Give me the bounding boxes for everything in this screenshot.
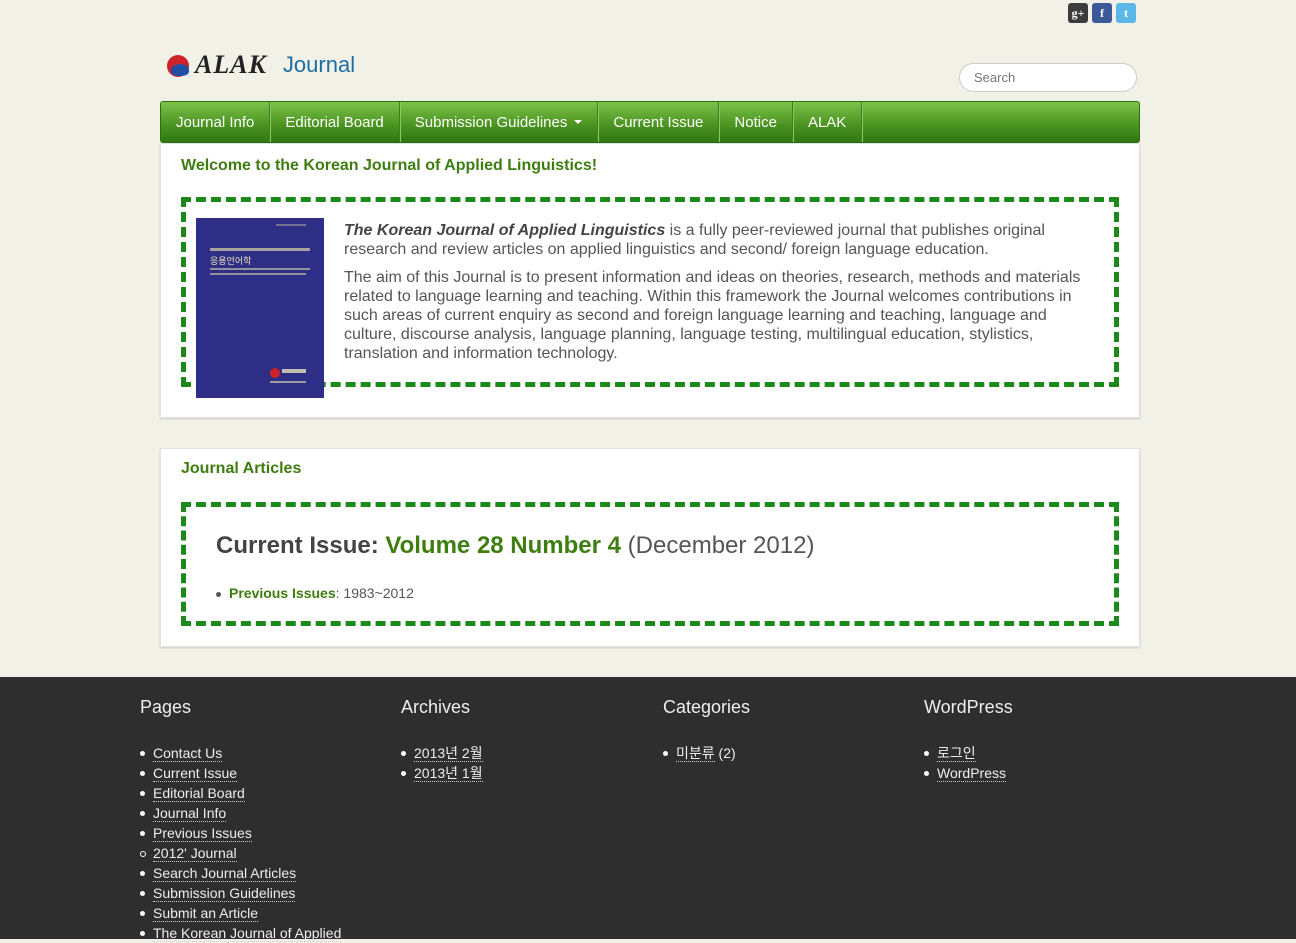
nav-label: Editorial Board bbox=[285, 113, 384, 131]
articles-box: Current Issue: Volume 28 Number 4 (Decem… bbox=[181, 502, 1119, 626]
footer-wordpress: WordPress 로그인 WordPress bbox=[924, 697, 1013, 782]
page-link[interactable]: Submit an Article bbox=[153, 905, 259, 922]
page-link[interactable]: Editorial Board bbox=[153, 785, 245, 802]
logo-journal-text: Journal bbox=[282, 52, 356, 77]
cover-logo-icon bbox=[270, 368, 280, 378]
pages-list: Contact Us Current Issue Editorial Board… bbox=[140, 743, 342, 943]
page-link[interactable]: 2012' Journal bbox=[153, 845, 237, 862]
nav-label: Current Issue bbox=[613, 113, 704, 131]
list-item: 2013년 2월 bbox=[401, 743, 483, 763]
nav-current-issue[interactable]: Current Issue bbox=[598, 102, 720, 142]
page-link[interactable]: Submission Guidelines bbox=[153, 885, 296, 902]
nav-submission-guidelines[interactable]: Submission Guidelines bbox=[400, 102, 599, 142]
cover-line bbox=[210, 273, 306, 275]
nav-label: Submission Guidelines bbox=[414, 113, 568, 131]
category-count: (2) bbox=[714, 745, 736, 761]
categories-list: 미분류 (2) bbox=[663, 743, 736, 763]
footer: Pages Contact Us Current Issue Editorial… bbox=[0, 677, 1296, 942]
list-item: 미분류 (2) bbox=[663, 743, 736, 763]
list-item: Contact Us bbox=[140, 743, 341, 763]
nav-journal-info[interactable]: Journal Info bbox=[161, 102, 271, 142]
footer-pages: Pages Contact Us Current Issue Editorial… bbox=[140, 697, 342, 942]
footer-categories-title: Categories bbox=[663, 697, 751, 717]
list-item: Previous Issues bbox=[140, 823, 341, 843]
cover-top-line bbox=[276, 224, 306, 226]
archive-link[interactable]: 2013년 1월 bbox=[414, 765, 483, 782]
list-item: Submission Guidelines bbox=[140, 883, 341, 903]
list-item: Editorial Board bbox=[140, 783, 341, 803]
journal-cover-image: 응용언어학 bbox=[196, 218, 324, 398]
previous-issues-item: Previous Issues: 1983~2012 bbox=[216, 585, 414, 601]
footer-wordpress-title: WordPress bbox=[924, 697, 1013, 717]
logo-alak-text: ALAK bbox=[195, 50, 267, 79]
welcome-panel: Welcome to the Korean Journal of Applied… bbox=[160, 143, 1140, 418]
login-link[interactable]: 로그인 bbox=[937, 745, 976, 762]
intro-paragraph: The Korean Journal of Applied Linguistic… bbox=[344, 221, 1094, 259]
issue-date: (December 2012) bbox=[621, 532, 815, 559]
page-link[interactable]: Journal Info bbox=[153, 805, 227, 822]
twitter-icon[interactable]: t bbox=[1116, 3, 1136, 23]
cover-line bbox=[210, 248, 310, 251]
current-issue-heading: Current Issue: Volume 28 Number 4 (Decem… bbox=[216, 532, 814, 560]
footer-archives-title: Archives bbox=[401, 697, 471, 717]
previous-issues-link[interactable]: Previous Issues bbox=[229, 585, 336, 601]
alak-logo-icon bbox=[167, 53, 191, 77]
nav-alak[interactable]: ALAK bbox=[793, 102, 863, 142]
nav-label: ALAK bbox=[807, 113, 847, 131]
list-item: WordPress bbox=[924, 763, 1006, 783]
welcome-title: Welcome to the Korean Journal of Applied… bbox=[181, 157, 598, 174]
nav-label: Notice bbox=[734, 113, 777, 131]
list-item: Journal Info bbox=[140, 803, 341, 823]
page-link[interactable]: Search Journal Articles bbox=[153, 865, 297, 882]
footer-categories: Categories 미분류 (2) bbox=[663, 697, 751, 762]
previous-range: : 1983~2012 bbox=[335, 585, 414, 601]
category-link[interactable]: 미분류 bbox=[676, 745, 715, 762]
list-item: The Korean Journal of Applied bbox=[140, 923, 342, 943]
footer-pages-title: Pages bbox=[140, 697, 192, 717]
social-links: g+ f t bbox=[1068, 3, 1136, 23]
page-link[interactable]: Contact Us bbox=[153, 745, 223, 762]
list-item: 2013년 1월 bbox=[401, 763, 483, 783]
archive-link[interactable]: 2013년 2월 bbox=[414, 745, 483, 762]
cover-line bbox=[210, 268, 310, 270]
list-item: Current Issue bbox=[140, 763, 341, 783]
search-input[interactable] bbox=[959, 63, 1137, 92]
current-issue-label: Current Issue: bbox=[216, 532, 386, 559]
nav-label: Journal Info bbox=[176, 113, 255, 131]
welcome-box: 응용언어학 The Korean Journal of Applied Ling… bbox=[181, 197, 1119, 398]
page-link[interactable]: Previous Issues bbox=[153, 825, 252, 842]
google-plus-icon[interactable]: g+ bbox=[1068, 3, 1088, 23]
list-item: 로그인 bbox=[924, 743, 1006, 763]
articles-title: Journal Articles bbox=[181, 460, 302, 477]
aim-paragraph: The aim of this Journal is to present in… bbox=[344, 269, 1081, 362]
main-nav: Journal Info Editorial Board Submission … bbox=[160, 101, 1140, 143]
wordpress-link[interactable]: WordPress bbox=[937, 765, 1006, 782]
facebook-icon[interactable]: f bbox=[1092, 3, 1112, 23]
list-item: Search Journal Articles bbox=[140, 863, 341, 883]
list-item: 2012' Journal bbox=[140, 843, 341, 863]
list-item: Submit an Article bbox=[140, 903, 341, 923]
cover-title: 응용언어학 bbox=[210, 257, 252, 267]
journal-name: The Korean Journal of Applied Linguistic… bbox=[344, 222, 666, 239]
articles-panel: Journal Articles Current Issue: Volume 2… bbox=[160, 448, 1140, 647]
page-link[interactable]: Current Issue bbox=[153, 765, 238, 782]
cover-publisher-line bbox=[270, 381, 306, 383]
nav-editorial-board[interactable]: Editorial Board bbox=[270, 102, 400, 142]
page-link[interactable]: The Korean Journal of Applied bbox=[153, 925, 342, 942]
bullet-icon bbox=[216, 591, 221, 597]
wordpress-list: 로그인 WordPress bbox=[924, 743, 1006, 783]
site-logo[interactable]: ALAK Journal bbox=[167, 50, 355, 80]
dropdown-caret-icon bbox=[574, 120, 583, 124]
welcome-text: The Korean Journal of Applied Linguistic… bbox=[344, 221, 1094, 372]
cover-logo-text bbox=[282, 369, 306, 373]
current-volume-link[interactable]: Volume 28 Number 4 bbox=[385, 532, 621, 559]
footer-archives: Archives 2013년 2월 2013년 1월 bbox=[401, 697, 483, 782]
archives-list: 2013년 2월 2013년 1월 bbox=[401, 743, 483, 783]
nav-notice[interactable]: Notice bbox=[719, 102, 793, 142]
